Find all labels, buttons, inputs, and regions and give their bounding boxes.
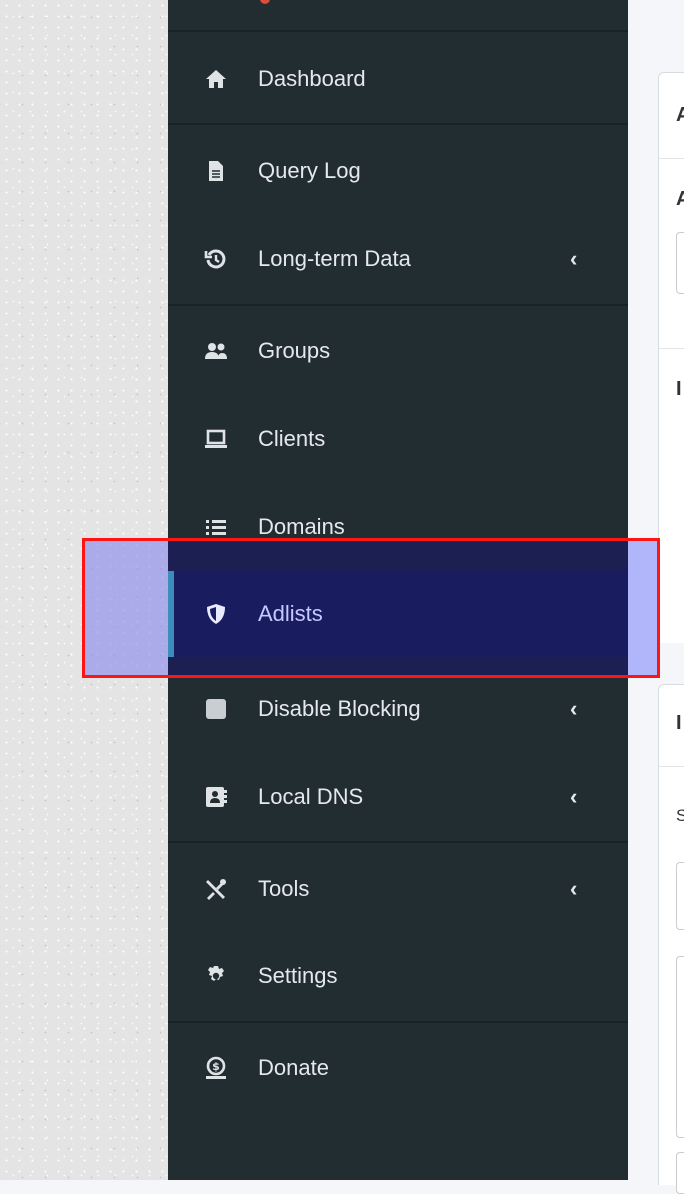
file-icon — [204, 159, 228, 183]
address-book-icon — [204, 785, 228, 809]
chevron-left-icon: ‹ — [570, 696, 578, 721]
history-icon — [204, 247, 228, 271]
sidebar-item-label: Long-term Data — [258, 246, 411, 271]
sidebar-item-local-dns[interactable]: Local DNS ‹ — [168, 754, 628, 840]
sidebar-item-dashboard[interactable]: Dashboard — [168, 36, 628, 122]
content-table-footer — [676, 1152, 684, 1194]
sidebar-item-label: Clients — [258, 426, 326, 451]
chevron-left-icon: ‹ — [570, 876, 578, 901]
sidebar-item-label: Dashboard — [258, 66, 366, 91]
content-search-input[interactable] — [676, 862, 684, 930]
sidebar-item-label: Query Log — [258, 158, 361, 183]
content-divider — [658, 158, 684, 159]
content-table — [676, 956, 684, 1138]
laptop-icon — [204, 427, 228, 451]
donate-icon: $ — [204, 1056, 228, 1080]
sidebar-divider — [168, 123, 628, 125]
selection-highlight — [82, 538, 660, 678]
sidebar-item-disable-blocking[interactable]: Disable Blocking ‹ — [168, 666, 628, 752]
users-icon — [204, 339, 228, 363]
sidebar-item-label: Tools — [258, 876, 310, 901]
content-input[interactable] — [676, 232, 684, 294]
svg-text:$: $ — [212, 1060, 220, 1073]
sidebar-item-label: Local DNS — [258, 784, 364, 809]
sidebar-divider — [168, 304, 628, 306]
sidebar-item-label: Groups — [258, 338, 331, 363]
sidebar-top-edge — [168, 0, 628, 32]
tools-icon — [204, 877, 228, 901]
content-label: S — [676, 806, 684, 825]
content-label: I — [676, 378, 682, 400]
sidebar-item-query-log[interactable]: Query Log — [168, 128, 628, 214]
sidebar-item-groups[interactable]: Groups — [168, 308, 628, 394]
sidebar-divider — [168, 1021, 628, 1023]
sidebar-divider — [168, 841, 628, 843]
content-heading: A — [676, 104, 684, 126]
sidebar-item-long-term-data[interactable]: Long-term Data ‹ — [168, 216, 628, 302]
content-heading: I — [676, 712, 682, 734]
sidebar-item-label: Donate — [258, 1055, 329, 1080]
content-divider — [658, 348, 684, 349]
sidebar-item-label: Disable Blocking — [258, 696, 421, 721]
sidebar-item-donate[interactable]: $ Donate — [168, 1025, 628, 1111]
sidebar-item-label: Domains — [258, 514, 345, 539]
status-indicator — [260, 0, 270, 4]
gear-icon — [204, 964, 228, 988]
content-divider — [658, 766, 684, 767]
home-icon — [204, 67, 228, 91]
sidebar-item-tools[interactable]: Tools ‹ — [168, 846, 628, 932]
chevron-left-icon: ‹ — [570, 784, 578, 809]
sidebar-item-clients[interactable]: Clients — [168, 396, 628, 482]
list-icon — [204, 515, 228, 539]
sidebar-item-label: Settings — [258, 963, 338, 988]
sidebar-item-settings[interactable]: Settings — [168, 933, 628, 1019]
stop-icon — [204, 697, 228, 721]
content-label: A — [676, 188, 684, 210]
chevron-left-icon: ‹ — [570, 246, 578, 271]
